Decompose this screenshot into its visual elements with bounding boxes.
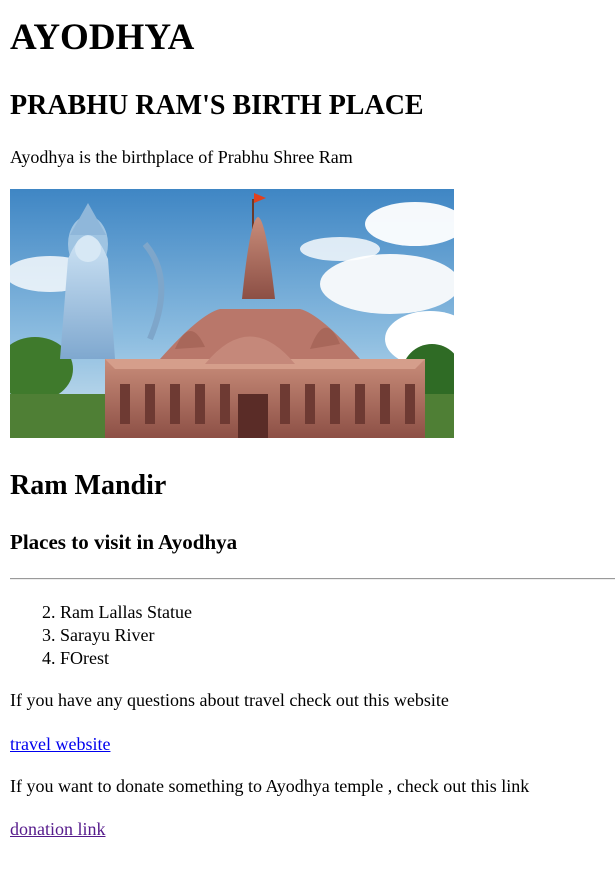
donation-link[interactable]: donation link — [10, 819, 106, 840]
list-item: FOrest — [60, 647, 192, 670]
places-list: Ram Lallas Statue Sarayu River FOrest — [10, 601, 192, 670]
list-item: Sarayu River — [60, 624, 192, 647]
places-heading: Places to visit in Ayodhya — [10, 530, 238, 554]
section-title: Ram Mandir — [10, 470, 167, 501]
donate-text: If you want to donate something to Ayodh… — [10, 776, 530, 796]
page-subtitle: PRABHU RAM'S BIRTH PLACE — [10, 90, 424, 121]
travel-text: If you have any questions about travel c… — [10, 690, 449, 710]
list-item: Ram Lallas Statue — [60, 601, 192, 624]
ram-mandir-image — [10, 189, 454, 438]
page-title: AYODHYA — [10, 17, 195, 58]
travel-website-link[interactable]: travel website — [10, 734, 110, 755]
intro-text: Ayodhya is the birthplace of Prabhu Shre… — [10, 147, 353, 167]
divider — [10, 578, 615, 580]
